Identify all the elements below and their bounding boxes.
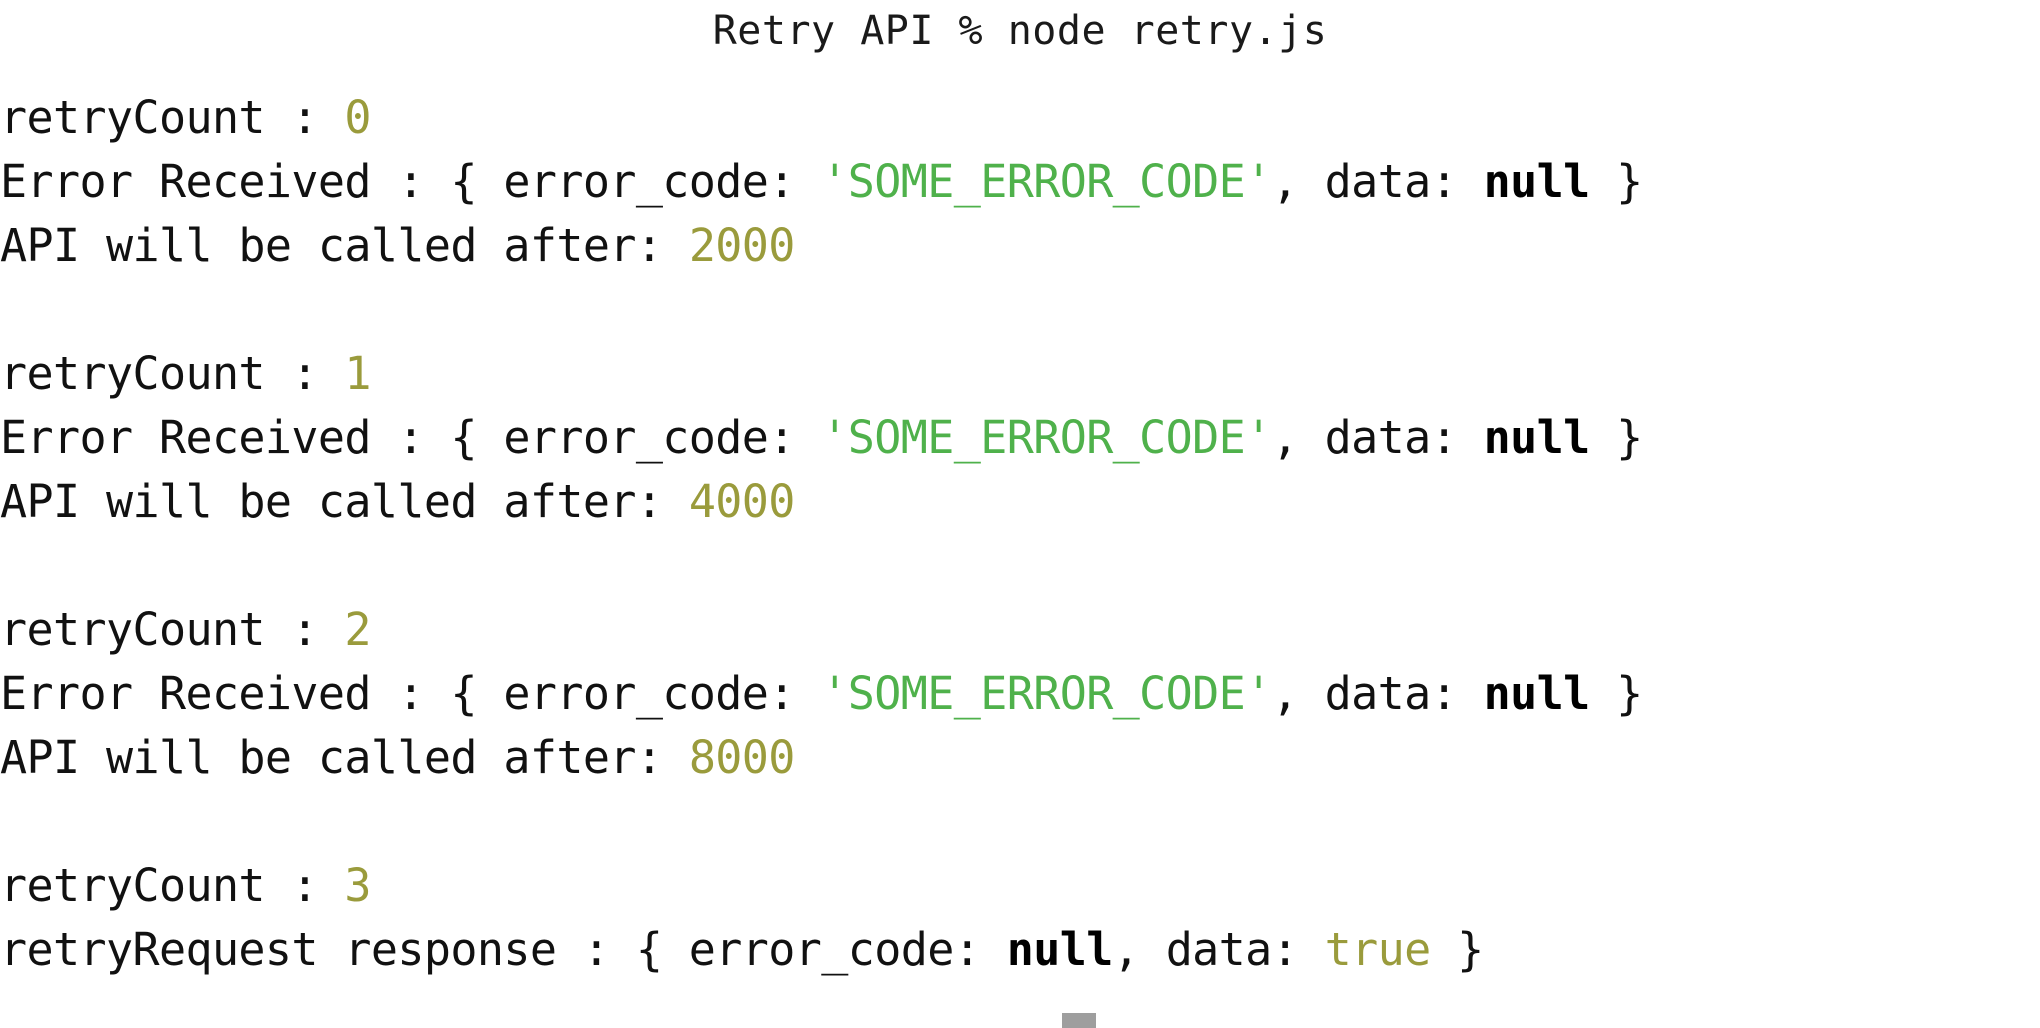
api-delay-label: API will be called after: — [0, 475, 689, 528]
error-received-closing-brace: } — [1589, 411, 1643, 464]
api-delay-value: 2000 — [688, 219, 796, 272]
line-error-received: Error Received : { error_code: 'SOME_ERR… — [0, 662, 2040, 726]
retry-count-label: retryCount : — [0, 603, 345, 656]
terminal-title-bar: Retry API % node retry.js — [0, 0, 2040, 62]
line-retry-count: retryCount : 3 — [0, 854, 2040, 918]
terminal-cursor — [1062, 1013, 1096, 1028]
retry-count-label: retryCount : — [0, 859, 345, 912]
line-api-delay: API will be called after: 4000 — [0, 470, 2040, 534]
error-received-closing-brace: } — [1589, 155, 1643, 208]
error-code-value: 'SOME_ERROR_CODE' — [821, 411, 1272, 464]
retry-response-error-code-value: null — [1006, 923, 1114, 976]
retry-response-data-value: true — [1324, 923, 1432, 976]
error-received-data-label: , data: — [1271, 155, 1484, 208]
error-received-data-value: null — [1483, 155, 1591, 208]
terminal-output-area[interactable]: retryCount : 0 Error Received : { error_… — [0, 86, 2040, 1028]
line-retry-count: retryCount : 0 — [0, 86, 2040, 150]
terminal-window: Retry API % node retry.js retryCount : 0… — [0, 0, 2040, 1028]
error-received-label: Error Received : { error_code: — [0, 411, 822, 464]
error-received-data-label: , data: — [1271, 667, 1484, 720]
error-received-label: Error Received : { error_code: — [0, 667, 822, 720]
retry-response-label: retryRequest response : { error_code: — [0, 923, 1007, 976]
api-delay-label: API will be called after: — [0, 731, 689, 784]
line-retry-count: retryCount : 2 — [0, 598, 2040, 662]
retry-count-value: 0 — [344, 91, 371, 144]
api-delay-value: 4000 — [688, 475, 796, 528]
api-delay-value: 8000 — [688, 731, 796, 784]
line-api-delay: API will be called after: 2000 — [0, 214, 2040, 278]
error-received-closing-brace: } — [1589, 667, 1643, 720]
error-received-data-value: null — [1483, 411, 1591, 464]
retry-response-closing-brace: } — [1430, 923, 1484, 976]
line-error-received: Error Received : { error_code: 'SOME_ERR… — [0, 406, 2040, 470]
retry-count-label: retryCount : — [0, 347, 345, 400]
error-received-label: Error Received : { error_code: — [0, 155, 822, 208]
line-error-received: Error Received : { error_code: 'SOME_ERR… — [0, 150, 2040, 214]
line-api-delay: API will be called after: 8000 — [0, 726, 2040, 790]
retry-response-data-label: , data: — [1112, 923, 1325, 976]
error-received-data-value: null — [1483, 667, 1591, 720]
retry-count-value: 3 — [344, 859, 371, 912]
api-delay-label: API will be called after: — [0, 219, 689, 272]
window-title: Retry API % node retry.js — [712, 8, 1328, 54]
line-retry-count: retryCount : 1 — [0, 342, 2040, 406]
line-retry-response: retryRequest response : { error_code: nu… — [0, 918, 2040, 982]
error-code-value: 'SOME_ERROR_CODE' — [821, 155, 1272, 208]
retry-count-value: 1 — [344, 347, 371, 400]
error-received-data-label: , data: — [1271, 411, 1484, 464]
retry-count-label: retryCount : — [0, 91, 345, 144]
retry-count-value: 2 — [344, 603, 371, 656]
error-code-value: 'SOME_ERROR_CODE' — [821, 667, 1272, 720]
